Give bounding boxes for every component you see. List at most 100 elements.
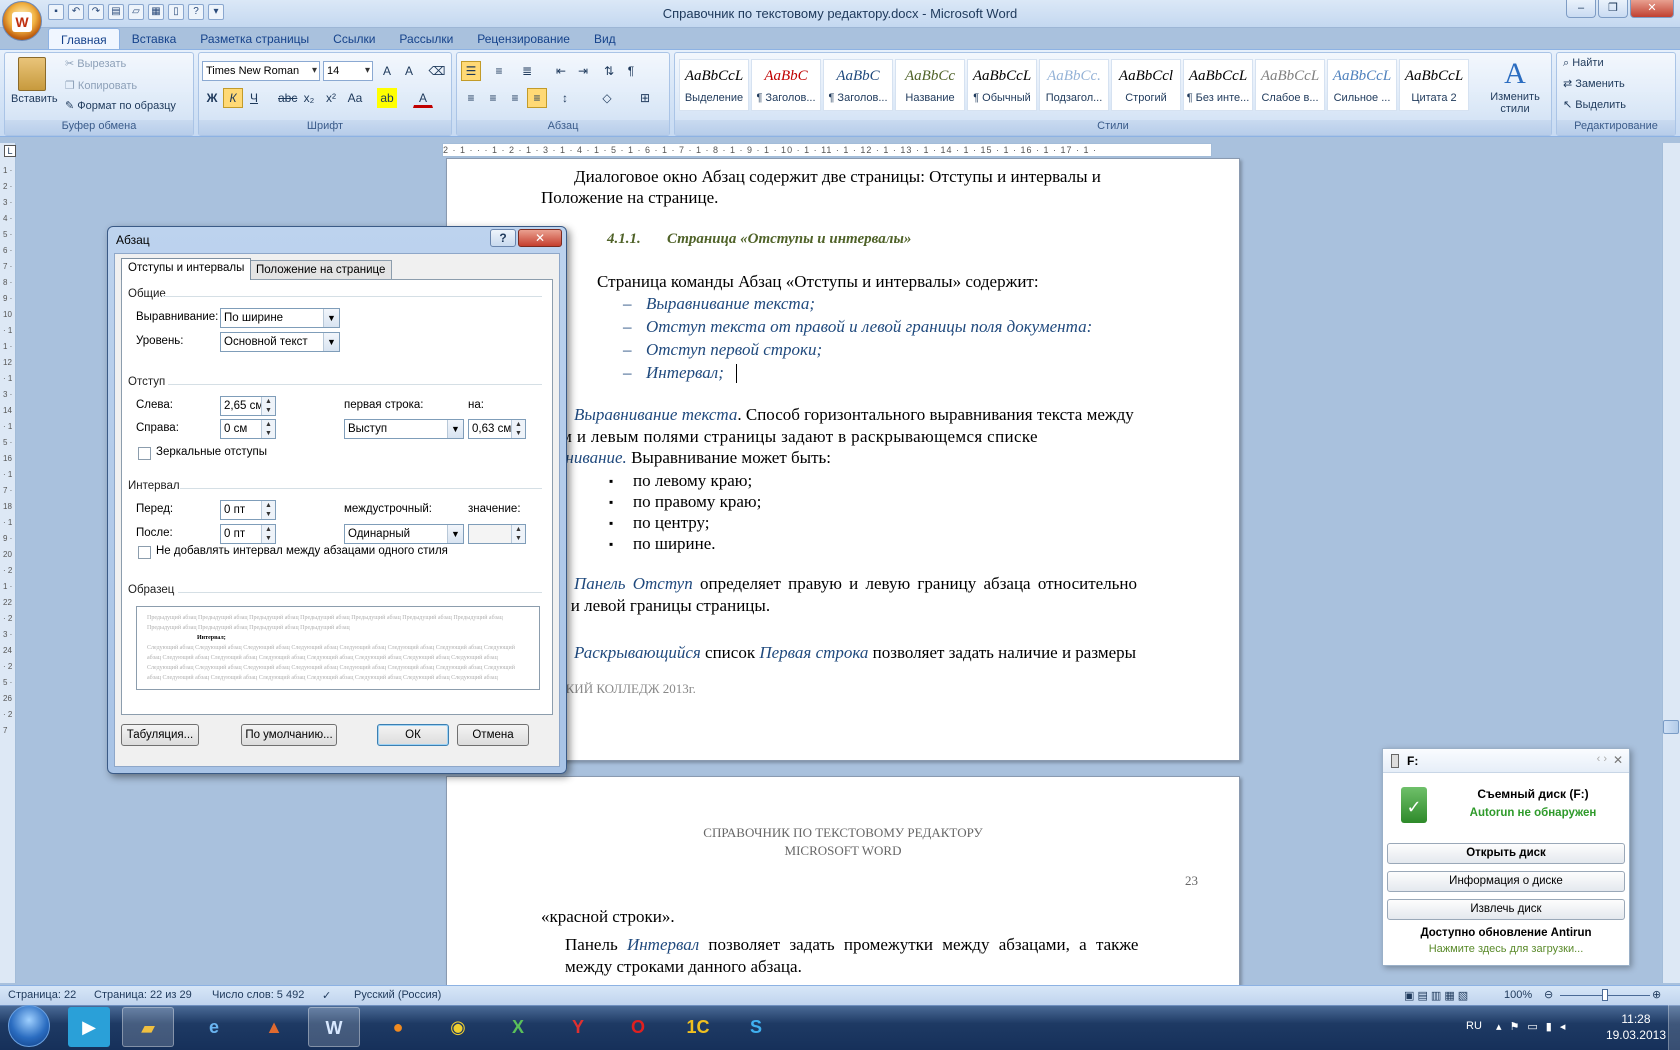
opera-icon[interactable]: O [612,1007,664,1047]
ok-button[interactable]: ОК [377,724,449,746]
multilevel-list-icon[interactable]: ≣ [517,61,537,81]
dialog-help-button[interactable]: ? [490,229,516,247]
spinner-icon[interactable]: ▲ ▼ [261,501,275,519]
customize-icon[interactable]: ▾ [208,4,224,20]
borders-icon[interactable]: ⊞ [635,88,655,108]
tab-home[interactable]: Главная [48,28,120,50]
by-input[interactable]: 0,63 см ▲ ▼ [468,419,526,439]
show-marks-icon[interactable]: ¶ [621,61,641,81]
save-icon[interactable]: ▪ [48,4,64,20]
find-button[interactable]: ⌕ Найти [1563,57,1604,70]
italic-button[interactable]: К [223,88,243,108]
media-player-icon[interactable]: ▶ [68,1007,110,1047]
word-icon[interactable]: W [308,1007,360,1047]
disk-info-button[interactable]: Информация о диске [1387,871,1625,892]
clear-format-icon[interactable]: ⌫ [427,61,447,81]
maximize-button[interactable]: ❐ [1598,0,1628,18]
ie-icon[interactable]: e [188,1007,240,1047]
tab-review[interactable]: Рецензирование [465,28,582,50]
status-zoom[interactable]: 100% [1504,989,1532,1001]
justify-icon[interactable]: ≡ [527,88,547,108]
tab-selector-icon[interactable]: L [4,145,16,157]
style-item[interactable]: AaBbCc Название [895,59,965,111]
style-item[interactable]: AaBbCcL Цитата 2 [1399,59,1469,111]
line-spacing-icon[interactable]: ↕ [555,88,575,108]
subscript-button[interactable]: x₂ [299,88,319,108]
first-line-select[interactable]: Выступ ▼ [344,419,464,439]
print-icon[interactable]: ▤ [108,4,124,20]
tab-view[interactable]: Вид [582,28,628,50]
undo-icon[interactable]: ↶ [68,4,84,20]
format-painter-button[interactable]: ✎ Формат по образцу [65,99,176,112]
left-indent-input[interactable]: 2,65 см ▲ ▼ [220,396,276,416]
tab-line-page-breaks[interactable]: Положение на странице [249,260,393,280]
underline-button[interactable]: Ч [244,88,264,108]
start-button-icon[interactable] [8,1005,50,1047]
cut-button[interactable]: ✂ Вырезать [65,57,126,70]
scrollbar-thumb[interactable] [1663,720,1679,734]
excel-icon[interactable]: X [492,1007,544,1047]
alignment-select[interactable]: По ширине ▼ [220,308,340,328]
strikethrough-button[interactable]: abc [277,88,297,108]
cancel-button[interactable]: Отмена [457,724,529,746]
spinner-icon[interactable]: ▲ ▼ [511,525,525,543]
select-button[interactable]: ↖ Выделить [1563,98,1626,111]
nav-arrows-icon[interactable]: ‹ › [1597,753,1607,765]
change-styles-button[interactable]: A Изменить стили [1483,57,1547,115]
style-item[interactable]: AaBbC ¶ Заголов... [823,59,893,111]
status-language[interactable]: Русский (Россия) [354,989,441,1001]
style-item[interactable]: AaBbCcL Выделение [679,59,749,111]
style-item[interactable]: AaBbCc. Подзагол... [1039,59,1109,111]
redo-icon[interactable]: ↷ [88,4,104,20]
minimize-button[interactable]: – [1566,0,1596,18]
style-item[interactable]: AaBbCcL ¶ Обычный [967,59,1037,111]
new-icon[interactable]: ▯ [168,4,184,20]
shading-icon[interactable]: ◇ [597,88,617,108]
font-name-combo[interactable]: Times New Roman [202,61,320,81]
font-size-combo[interactable]: 14 [323,61,373,81]
language-indicator[interactable]: RU [1466,1020,1482,1032]
style-item[interactable]: AaBbCcl Строгий [1111,59,1181,111]
mirror-indents-checkbox[interactable] [138,447,151,460]
highlight-icon[interactable]: ab [377,88,397,108]
status-word-count[interactable]: Число слов: 5 492 [212,989,304,1001]
zoom-in-icon[interactable]: ⊕ [1652,988,1661,1001]
close-icon[interactable]: ✕ [1613,753,1623,767]
spinner-icon[interactable]: ▲ ▼ [261,420,275,438]
font-color-icon[interactable]: A [413,88,433,108]
increase-indent-icon[interactable]: ⇥ [573,61,593,81]
app-icon[interactable]: ▲ [248,1007,300,1047]
sort-icon[interactable]: ⇅ [599,61,619,81]
style-item[interactable]: AaBbC ¶ Заголов... [751,59,821,111]
copy-button[interactable]: ❐ Копировать [65,79,137,92]
open-icon[interactable]: ▱ [128,4,144,20]
align-left-icon[interactable]: ≡ [461,88,481,108]
tab-page-layout[interactable]: Разметка страницы [188,28,321,50]
tray-icons[interactable]: ▴⚑▭▮◂ [1496,1020,1573,1033]
style-item[interactable]: AaBbCcL Сильное ... [1327,59,1397,111]
firefox-icon[interactable]: ● [372,1007,424,1047]
grow-font-icon[interactable]: A [377,61,397,81]
at-input[interactable]: ▲ ▼ [468,524,526,544]
no-space-same-style-checkbox[interactable] [138,546,151,559]
tabs-button[interactable]: Табуляция... [121,724,199,746]
decrease-indent-icon[interactable]: ⇤ [551,61,571,81]
spacing-before-input[interactable]: 0 пт ▲ ▼ [220,500,276,520]
close-button[interactable]: ✕ [1630,0,1674,18]
help-icon[interactable]: ? [188,4,204,20]
skype-icon[interactable]: S [730,1007,782,1047]
status-page-count[interactable]: Страница: 22 из 29 [94,989,192,1001]
paste-button[interactable]: Вставить [11,55,58,115]
numbering-icon[interactable]: ≡ [489,61,509,81]
line-spacing-select[interactable]: Одинарный ▼ [344,524,464,544]
status-page[interactable]: Страница: 22 [8,989,76,1001]
set-default-button[interactable]: По умолчанию... [241,724,337,746]
spinner-icon[interactable]: ▲ ▼ [511,420,525,438]
right-indent-input[interactable]: 0 см ▲ ▼ [220,419,276,439]
dialog-close-button[interactable]: ✕ [518,229,562,247]
update-link[interactable]: Нажмите здесь для загрузки... [1383,943,1629,955]
tab-insert[interactable]: Вставка [120,28,189,50]
tab-references[interactable]: Ссылки [321,28,387,50]
align-right-icon[interactable]: ≡ [505,88,525,108]
superscript-button[interactable]: x² [321,88,341,108]
